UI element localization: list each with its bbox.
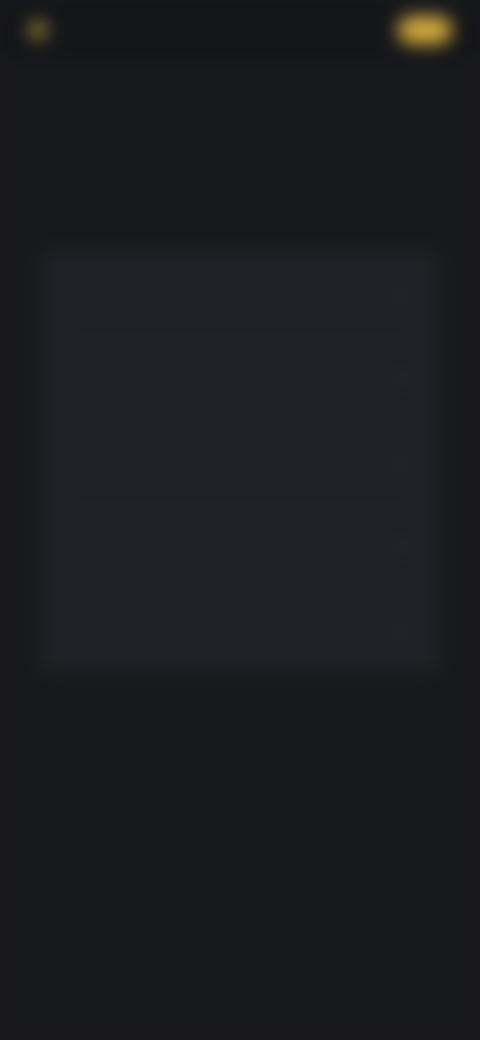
list-item[interactable]: ⌄	[40, 334, 440, 418]
chevron-down-icon: ⌄	[394, 452, 408, 469]
chevron-down-icon: ⌄	[394, 368, 408, 385]
list-item[interactable]: ⌄	[40, 418, 440, 502]
hero-section	[78, 72, 388, 94]
chevron-down-icon: ⌄	[394, 536, 408, 553]
page: ⌄ ⌄ ⌄ ⌄ ⌄	[0, 0, 480, 1040]
list-item[interactable]: ⌄	[40, 502, 440, 586]
chevron-down-icon: ⌄	[394, 284, 408, 301]
cta-button[interactable]	[398, 16, 452, 44]
chevron-down-icon: ⌄	[394, 620, 408, 637]
logo[interactable]	[30, 14, 140, 46]
list-item[interactable]: ⌄	[40, 250, 440, 334]
top-navigation-bar	[0, 0, 480, 60]
logo-mark-icon	[30, 22, 46, 38]
list-item[interactable]: ⌄	[40, 586, 440, 670]
faq-list: ⌄ ⌄ ⌄ ⌄ ⌄	[40, 250, 440, 674]
